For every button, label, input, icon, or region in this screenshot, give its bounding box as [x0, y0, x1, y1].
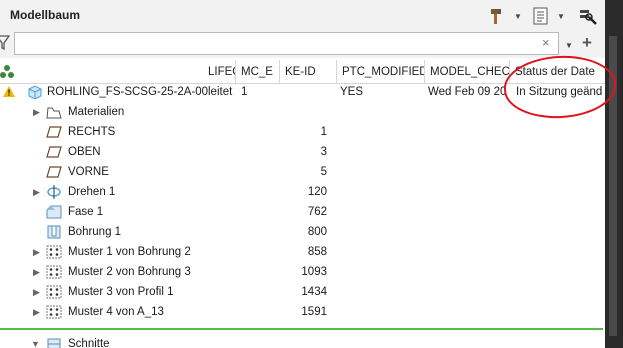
clear-search-icon[interactable]: × [542, 35, 550, 50]
materials-icon [46, 107, 62, 119]
tree-item-muster-4[interactable]: ▶ Muster 4 von A_13 1591 [0, 302, 605, 322]
hole-icon [47, 225, 61, 239]
tree-item-label: Muster 3 von Profil 1 [68, 286, 174, 298]
tree-root-row[interactable]: ROHLING_FS-SCSG-25-2A-000.P leitet 1 YES… [0, 82, 605, 102]
panel-titlebar: Modellbaum ▼ ▼ [0, 0, 610, 30]
tree-item-label: Muster 1 von Bohrung 2 [68, 246, 191, 258]
revolve-icon [47, 185, 61, 199]
tree-item-ke-id: 762 [307, 206, 327, 218]
pattern-icon [46, 305, 62, 319]
tree-item-label: Schnitte [68, 338, 110, 348]
tree-item-label: Muster 4 von A_13 [68, 306, 164, 318]
add-filter-button[interactable]: + [582, 33, 592, 53]
root-model-check: Wed Feb 09 20 [428, 86, 507, 98]
tree-item-label: VORNE [68, 166, 109, 178]
expand-arrow-icon[interactable]: ▶ [33, 282, 40, 302]
funnel-icon[interactable] [0, 35, 10, 51]
expand-arrow-icon[interactable]: ▶ [33, 182, 40, 202]
tree-item-label: Materialien [68, 106, 125, 118]
col-ptc-modified[interactable]: PTC_MODIFIED [337, 60, 425, 84]
wrench-icon[interactable] [578, 6, 598, 26]
tree-item-ke-id: 120 [307, 186, 327, 198]
root-status: In Sitzung geänd [516, 86, 603, 98]
search-dropdown-icon[interactable]: ▼ [565, 41, 573, 50]
tree-item-materialien[interactable]: ▶ Materialien [0, 102, 605, 122]
panel-title: Modellbaum [10, 8, 81, 22]
tree-item-label: Bohrung 1 [68, 226, 122, 238]
insert-marker-line [0, 328, 603, 330]
list-settings-icon[interactable] [531, 6, 551, 26]
pattern-icon [46, 245, 62, 259]
tree-item-rechts[interactable]: RECHTS 1 [0, 122, 605, 142]
tree-item-ke-id: 1591 [301, 306, 327, 318]
root-lifecycle: leitet [208, 86, 233, 98]
tree-item-drehen-1[interactable]: ▶ Drehen 1 120 [0, 182, 605, 202]
tree-item-vorne[interactable]: VORNE 5 [0, 162, 605, 182]
tree-item-fase-1[interactable]: Fase 1 762 [0, 202, 605, 222]
hammer-icon[interactable] [488, 6, 508, 26]
expand-arrow-icon[interactable]: ▶ [33, 102, 40, 122]
tree-item-bohrung-1[interactable]: Bohrung 1 800 [0, 222, 605, 242]
chamfer-icon [46, 205, 62, 219]
tree-item-schnitte[interactable]: ▼ Schnitte [0, 334, 605, 348]
collapse-arrow-icon[interactable]: ▼ [31, 334, 40, 348]
root-name: ROHLING_FS-SCSG-25-2A-000.P [47, 86, 208, 98]
tree-item-ke-id: 1 [320, 126, 327, 138]
hammer-dropdown-icon[interactable]: ▼ [514, 12, 522, 21]
tree-item-ke-id: 800 [307, 226, 327, 238]
datum-plane-icon [46, 126, 62, 138]
expand-arrow-icon[interactable]: ▶ [33, 242, 40, 262]
col-status[interactable]: Status der Date [510, 60, 605, 84]
section-icon [47, 338, 61, 348]
tree-item-label: Muster 2 von Bohrung 3 [68, 266, 191, 278]
list-settings-dropdown-icon[interactable]: ▼ [557, 12, 565, 21]
tree-item-muster-2[interactable]: ▶ Muster 2 von Bohrung 3 1093 [0, 262, 605, 282]
root-ptc-modified: YES [340, 86, 364, 98]
datum-plane-icon [46, 166, 62, 178]
tree-item-label: RECHTS [68, 126, 116, 138]
expand-arrow-icon[interactable]: ▶ [33, 262, 40, 282]
root-mc-e: 1 [241, 86, 248, 98]
tree-item-label: Fase 1 [68, 206, 104, 218]
tree-item-ke-id: 1434 [301, 286, 327, 298]
tree-item-oben[interactable]: OBEN 3 [0, 142, 605, 162]
part-icon [28, 85, 42, 99]
pattern-icon [46, 285, 62, 299]
tree-item-muster-1[interactable]: ▶ Muster 1 von Bohrung 2 858 [0, 242, 605, 262]
pattern-icon [46, 265, 62, 279]
tree-item-muster-3[interactable]: ▶ Muster 3 von Profil 1 1434 [0, 282, 605, 302]
warning-icon [3, 86, 15, 97]
tree-item-label: OBEN [68, 146, 101, 158]
col-model-check[interactable]: MODEL_CHEC [425, 60, 510, 84]
tree-item-ke-id: 3 [320, 146, 327, 158]
tree-item-ke-id: 1093 [301, 266, 327, 278]
filter-bar: × ▼ + [0, 30, 610, 58]
scrollbar-thumb[interactable] [609, 36, 617, 336]
tree-item-label: Drehen 1 [68, 186, 116, 198]
expand-arrow-icon[interactable]: ▶ [33, 302, 40, 322]
search-input[interactable] [14, 32, 559, 55]
datum-plane-icon [46, 146, 62, 158]
col-mc-e[interactable]: MC_E [236, 60, 280, 84]
tree-item-ke-id: 858 [307, 246, 327, 258]
tree-item-ke-id: 5 [320, 166, 327, 178]
col-lifecycle[interactable]: LIFEC [208, 60, 236, 84]
tree-icon [0, 65, 14, 78]
col-ke-id[interactable]: KE-ID [280, 60, 337, 84]
column-header: LIFEC MC_E KE-ID PTC_MODIFIED MODEL_CHEC… [0, 60, 605, 84]
